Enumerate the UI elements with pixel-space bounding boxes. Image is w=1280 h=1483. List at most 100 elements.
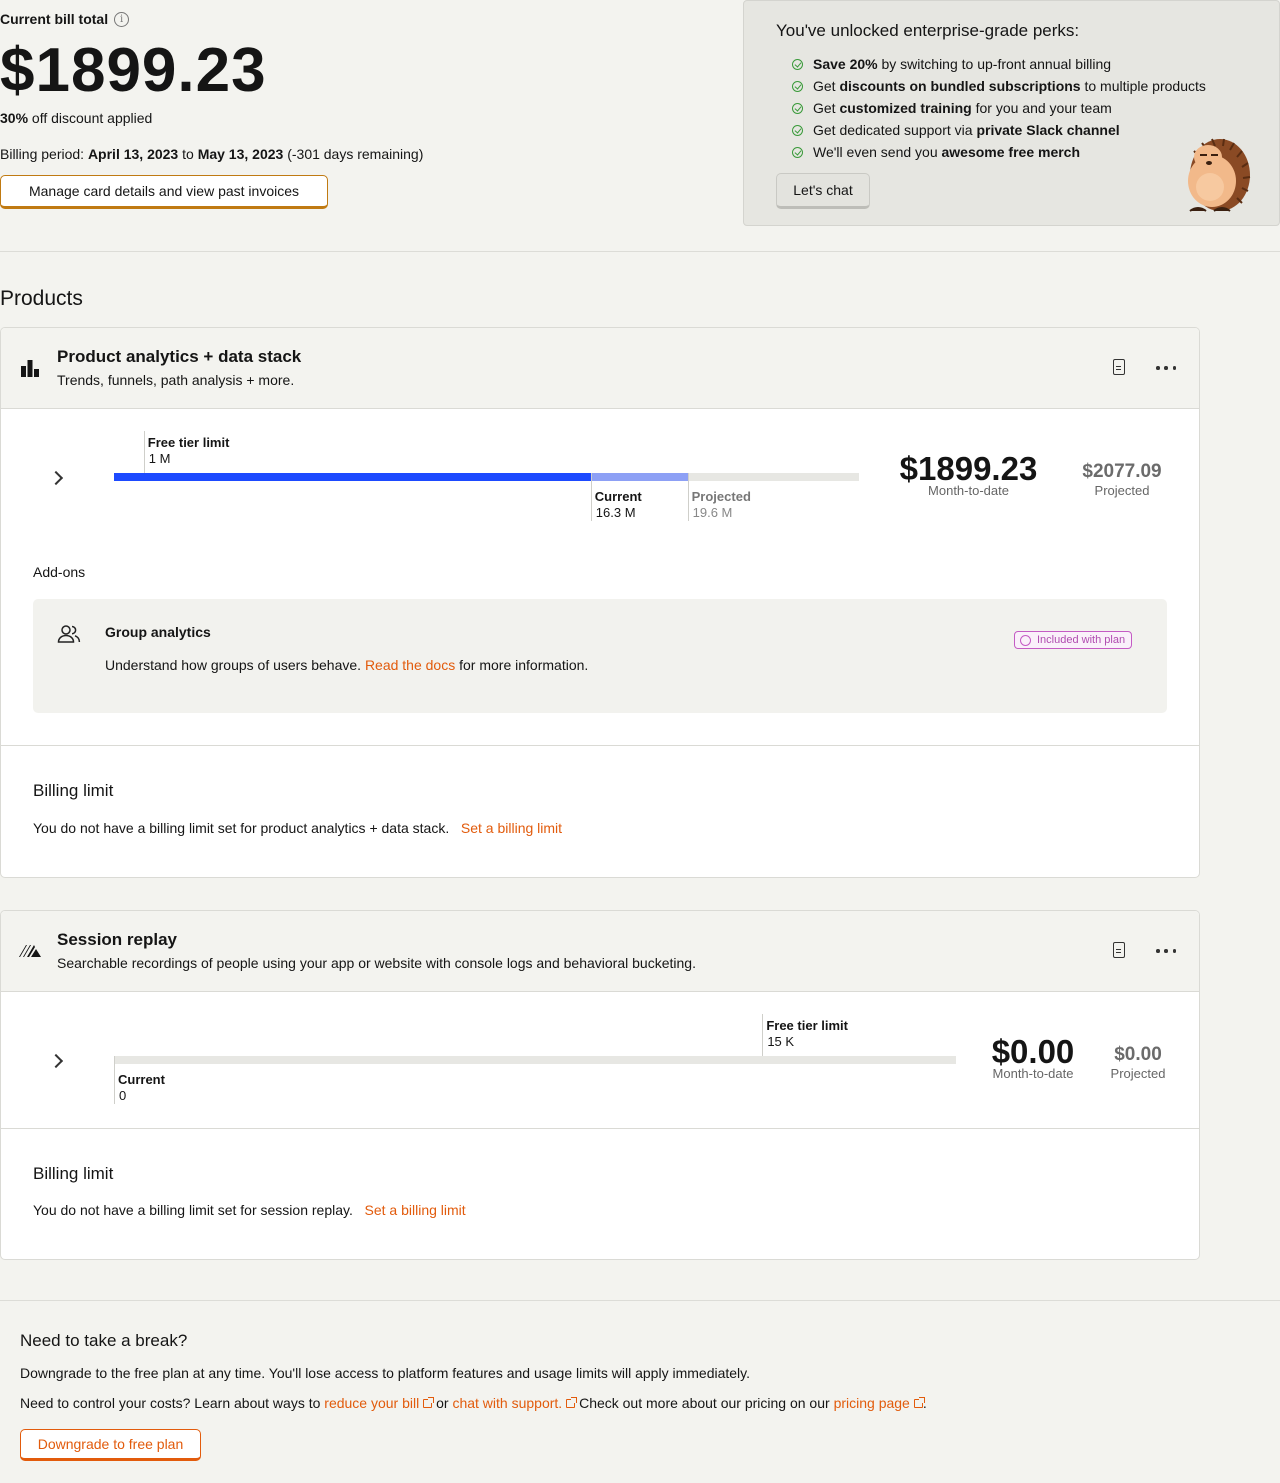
month-to-date-label: Month-to-date (992, 1066, 1074, 1081)
perk-text: Get (813, 78, 836, 94)
discount-text: 30% off discount applied (0, 110, 152, 126)
current-value: 16.3 M (595, 505, 636, 520)
cost-control-pricing: Check out more about our pricing on our (575, 1395, 834, 1411)
billing-period-prefix: Billing period: (0, 146, 88, 162)
current-value: 0 (119, 1088, 127, 1103)
free-tier-tick (762, 1014, 764, 1056)
product-title: Session replay (57, 930, 178, 949)
perk-highlight: Save 20% (813, 56, 878, 72)
usage-bar-track (114, 1056, 956, 1064)
document-icon[interactable] (1113, 359, 1125, 375)
bill-total-label: Current bill total i (0, 11, 130, 27)
addon-description-suffix: for more information. (455, 657, 589, 673)
products-heading: Products (0, 287, 83, 310)
addon-group-analytics: Group analytics Understand how groups of… (33, 599, 1167, 713)
section-divider (0, 1300, 1280, 1301)
projected-cost: $2077.09 (1082, 461, 1162, 482)
read-docs-link[interactable]: Read the docs (365, 657, 455, 673)
bill-total-label-text: Current bill total (0, 11, 109, 27)
included-badge: Included with plan (1014, 631, 1133, 649)
included-badge-text: Included with plan (1037, 634, 1126, 646)
external-link-icon (913, 1397, 925, 1408)
perk-text: Get dedicated support via (813, 122, 973, 138)
section-divider (1, 745, 1199, 746)
section-divider (0, 251, 1280, 252)
more-options-icon[interactable] (1156, 949, 1176, 953)
take-break-heading: Need to take a break? (20, 1331, 188, 1350)
perk-text: by switching to up-front annual billing (881, 56, 1112, 72)
product-subtitle: Trends, funnels, path analysis + more. (57, 372, 295, 388)
pricing-page-link[interactable]: pricing page (834, 1395, 925, 1411)
cost-control-text: Need to control your costs? Learn about … (20, 1395, 927, 1411)
free-tier-label: Free tier limit (147, 435, 230, 450)
perk-highlight: discounts on bundled subscriptions (839, 78, 1081, 94)
check-circle-icon (792, 80, 803, 92)
projected-cost: $0.00 (1114, 1044, 1162, 1065)
billing-period: Billing period: April 13, 2023 to May 13… (0, 146, 423, 162)
perks-title: You've unlocked enterprise-grade perks: (776, 21, 1080, 40)
check-circle-icon (792, 58, 803, 70)
cost-control-or: or (432, 1395, 453, 1411)
projected-value: 19.6 M (692, 505, 733, 520)
lets-chat-button[interactable]: Let's chat (776, 173, 870, 209)
reduce-bill-link-text: reduce your bill (324, 1395, 420, 1411)
free-tier-tick (143, 431, 145, 473)
perk-text: We'll even send you (813, 144, 938, 160)
addon-description: Understand how groups of users behave. R… (105, 657, 588, 673)
perk-text: to multiple products (1084, 78, 1206, 94)
perk-item: Save 20% by switching to up-front annual… (792, 53, 1206, 75)
billing-limit-text: You do not have a billing limit set for … (33, 1202, 466, 1218)
more-options-icon[interactable] (1156, 366, 1176, 370)
set-billing-limit-link[interactable]: Set a billing limit (365, 1202, 466, 1218)
product-card-header: Session replay Searchable recordings of … (1, 911, 1199, 992)
document-icon[interactable] (1113, 942, 1125, 958)
projected-cost-label: Projected (1110, 1066, 1166, 1081)
external-link-icon (566, 1397, 578, 1408)
reduce-bill-link[interactable]: reduce your bill (324, 1395, 435, 1411)
discount-suffix: off discount applied (28, 110, 153, 126)
check-circle-icon (792, 146, 803, 158)
check-circle-icon (792, 124, 803, 136)
addon-description-text: Understand how groups of users behave. (105, 657, 365, 673)
addons-heading: Add-ons (33, 564, 86, 580)
product-card-analytics: Product analytics + data stack Trends, f… (0, 327, 1200, 878)
chevron-right-icon[interactable] (48, 470, 64, 486)
manage-card-button[interactable]: Manage card details and view past invoic… (0, 175, 328, 209)
perk-item: Get customized training for you and your… (792, 97, 1206, 119)
check-circle-icon (792, 102, 803, 114)
product-title: Product analytics + data stack (57, 347, 302, 366)
billing-period-remaining: (-301 days remaining) (283, 146, 424, 162)
month-to-date-label: Month-to-date (928, 483, 1009, 498)
current-label: Current (594, 489, 642, 504)
billing-period-end: May 13, 2023 (197, 146, 284, 162)
downgrade-button[interactable]: Downgrade to free plan (20, 1429, 201, 1461)
projected-cost-label: Projected (1094, 483, 1150, 498)
bar-chart-icon (21, 360, 39, 377)
usage-bar-current (114, 473, 591, 481)
perk-highlight: awesome free merch (941, 144, 1081, 160)
addon-title: Group analytics (105, 624, 211, 640)
perk-highlight: customized training (839, 100, 972, 116)
current-tick (590, 473, 592, 521)
free-tier-value: 15 K (767, 1034, 795, 1049)
billing-limit-text: You do not have a billing limit set for … (33, 820, 562, 836)
billing-period-to: to (178, 146, 198, 162)
product-card-header: Product analytics + data stack Trends, f… (1, 328, 1199, 409)
projected-tick (687, 473, 689, 521)
set-billing-limit-link[interactable]: Set a billing limit (461, 820, 562, 836)
perks-list: Save 20% by switching to up-front annual… (792, 53, 1206, 163)
chevron-right-icon[interactable] (48, 1053, 64, 1069)
hedgehog-mascot-icon (1188, 138, 1251, 212)
perk-item: Get dedicated support via private Slack … (792, 119, 1206, 141)
cost-control-intro: Need to control your costs? Learn about … (20, 1395, 325, 1411)
chat-support-link[interactable]: chat with support. (452, 1395, 578, 1411)
info-icon[interactable]: i (114, 11, 130, 27)
billing-limit-title: Billing limit (33, 1164, 114, 1183)
billing-period-start: April 13, 2023 (87, 146, 179, 162)
perk-text: for you and your team (975, 100, 1112, 116)
billing-limit-description: You do not have a billing limit set for … (33, 820, 450, 836)
perk-text: Get (813, 100, 836, 116)
downgrade-description: Downgrade to the free plan at any time. … (20, 1365, 751, 1381)
external-link-icon (423, 1397, 435, 1408)
session-replay-icon (19, 945, 41, 957)
